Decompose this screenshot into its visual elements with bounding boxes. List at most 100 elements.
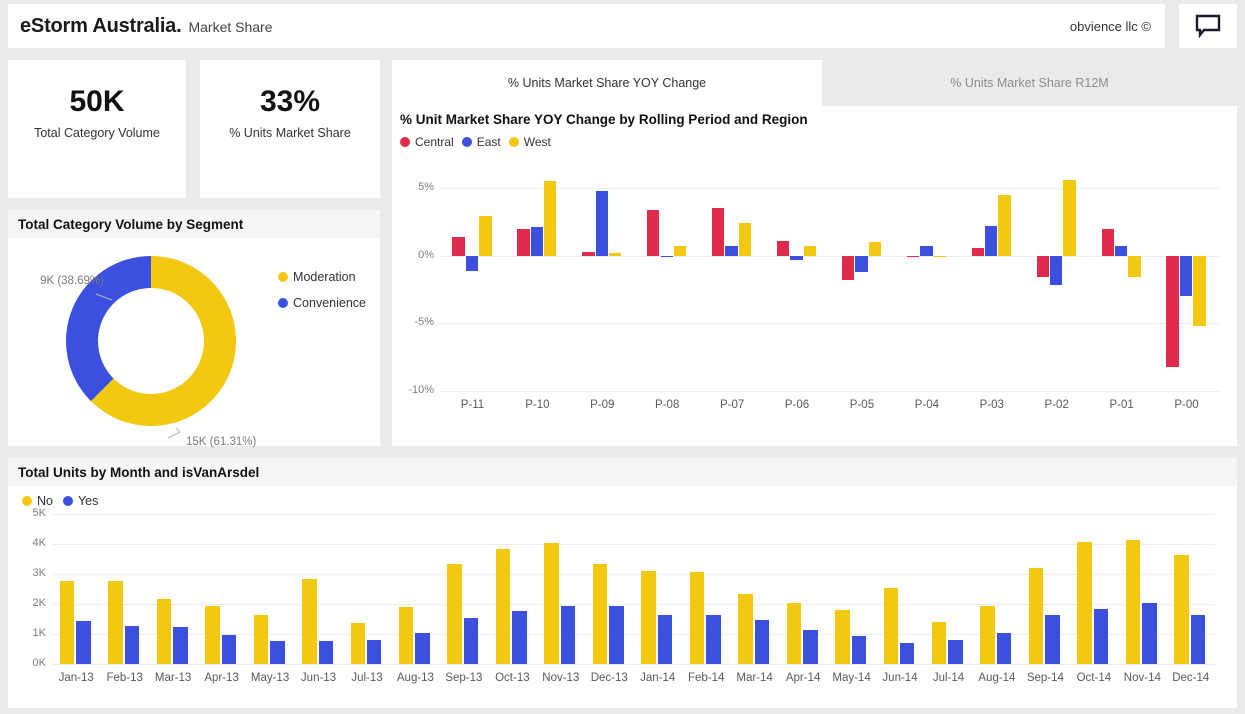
bar-yes-dec-13[interactable] [609, 605, 624, 664]
legend-item-west[interactable]: West [508, 135, 551, 149]
bar-central-p-09[interactable] [582, 252, 595, 256]
bar-central-p-04[interactable] [906, 255, 920, 258]
bar-west-p-07[interactable] [738, 223, 752, 256]
bar-west-p-09[interactable] [608, 253, 622, 256]
bar-west-p-02[interactable] [1063, 179, 1076, 256]
bar-no-feb-14[interactable] [689, 571, 705, 664]
bar-no-sep-14[interactable] [1028, 568, 1044, 664]
bar-west-p-05[interactable] [868, 242, 882, 256]
comment-button[interactable] [1179, 4, 1237, 48]
bar-no-jul-14[interactable] [932, 622, 947, 664]
bar-east-p-04[interactable] [920, 245, 933, 256]
bar-yes-jan-14[interactable] [657, 614, 673, 664]
bar-no-jan-13[interactable] [59, 580, 75, 664]
bar-central-p-05[interactable] [841, 255, 855, 281]
bar-central-p-06[interactable] [776, 240, 790, 256]
bar-west-p-04[interactable] [933, 255, 946, 258]
legend-item-yes[interactable]: Yes [62, 494, 98, 508]
bar-east-p-08[interactable] [660, 255, 673, 258]
bar-no-oct-13[interactable] [495, 548, 511, 664]
bar-yes-jul-14[interactable] [948, 640, 963, 664]
bar-east-p-03[interactable] [985, 225, 998, 256]
bar-yes-nov-14[interactable] [1142, 603, 1157, 664]
bar-yes-nov-13[interactable] [560, 605, 576, 664]
bar-east-p-11[interactable] [465, 255, 479, 271]
kpi-card-total-category-volume[interactable]: 50K Total Category Volume [8, 60, 186, 198]
bar-west-p-08[interactable] [673, 246, 687, 256]
bar-yes-aug-14[interactable] [996, 632, 1012, 664]
bar-yes-feb-13[interactable] [124, 625, 140, 664]
bar-central-p-10[interactable] [517, 228, 530, 256]
bar-yes-oct-13[interactable] [512, 610, 527, 664]
bar-yes-sep-13[interactable] [463, 617, 479, 664]
legend-item-central[interactable]: Central [400, 135, 454, 149]
bar-east-p-02[interactable] [1050, 255, 1063, 286]
bar-no-mar-14[interactable] [738, 594, 753, 664]
bar-yes-sep-14[interactable] [1045, 614, 1060, 664]
bar-no-nov-14[interactable] [1125, 540, 1141, 664]
bar-no-apr-14[interactable] [786, 602, 802, 664]
bar-east-p-06[interactable] [790, 255, 803, 261]
bar-no-mar-13[interactable] [156, 598, 172, 664]
bar-no-dec-14[interactable] [1174, 555, 1189, 664]
bar-central-p-03[interactable] [971, 247, 985, 256]
bar-central-p-08[interactable] [647, 209, 660, 256]
bar-no-may-14[interactable] [835, 610, 850, 664]
tab-yoy-change[interactable]: % Units Market Share YOY Change [392, 60, 822, 106]
bar-yes-oct-14[interactable] [1093, 608, 1109, 664]
bar-west-p-03[interactable] [998, 194, 1011, 256]
bar-no-feb-13[interactable] [108, 580, 123, 664]
bar-yes-mar-14[interactable] [754, 619, 770, 664]
bar-yes-jun-13[interactable] [318, 640, 333, 664]
legend-item-moderation[interactable]: Moderation [278, 270, 366, 284]
bar-central-p-01[interactable] [1101, 228, 1114, 256]
bar-yes-apr-14[interactable] [803, 630, 818, 664]
bar-no-sep-13[interactable] [447, 564, 462, 664]
bar-no-nov-13[interactable] [544, 542, 559, 664]
bar-no-apr-13[interactable] [205, 606, 220, 664]
bar-west-p-06[interactable] [803, 246, 817, 256]
tab-r12m[interactable]: % Units Market Share R12M [822, 60, 1237, 106]
x-axis-tick: P-07 [719, 399, 745, 411]
legend-item-convenience[interactable]: Convenience [278, 296, 366, 310]
bar-yes-aug-13[interactable] [415, 633, 430, 664]
legend-item-no[interactable]: No [22, 494, 53, 508]
bar-no-jun-14[interactable] [883, 587, 898, 664]
bar-central-p-11[interactable] [452, 236, 465, 256]
bar-no-oct-14[interactable] [1077, 541, 1092, 664]
bar-no-jan-14[interactable] [641, 571, 656, 664]
x-axis-tick: Oct-13 [495, 672, 530, 684]
bar-east-p-01[interactable] [1114, 245, 1128, 256]
bar-west-p-10[interactable] [544, 181, 557, 256]
bar-yes-feb-14[interactable] [706, 614, 721, 664]
bar-no-jun-13[interactable] [302, 578, 317, 664]
monthly-chart-plot[interactable]: 5K 4K 3K 2K 1K 0K Jan-13 Feb-13 Mar-13 Apr-13 May-… [8, 507, 1237, 698]
bar-central-p-02[interactable] [1036, 255, 1049, 278]
bar-no-aug-13[interactable] [398, 607, 414, 664]
bar-no-dec-13[interactable] [592, 564, 608, 664]
bar-yes-may-13[interactable] [270, 640, 285, 664]
bar-central-p-07[interactable] [712, 208, 725, 256]
bar-yes-apr-13[interactable] [221, 634, 237, 664]
bar-west-p-00[interactable] [1193, 255, 1206, 327]
bar-east-p-10[interactable] [530, 227, 544, 256]
legend-item-east[interactable]: East [461, 135, 501, 149]
bar-no-may-13[interactable] [253, 614, 269, 664]
bar-yes-dec-14[interactable] [1190, 614, 1206, 664]
bar-no-aug-14[interactable] [980, 606, 995, 664]
bar-east-p-09[interactable] [595, 191, 608, 256]
bar-west-p-11[interactable] [479, 216, 492, 256]
bar-yes-jul-13[interactable] [366, 640, 382, 664]
bar-central-p-00[interactable] [1166, 255, 1179, 367]
bar-no-jul-13[interactable] [350, 622, 365, 664]
yoy-chart-plot[interactable]: 5% 0% -5% -10% P-11 P-10 P-09 P-08 P-07 P-06 P-05 P… [392, 149, 1237, 439]
bar-east-p-07[interactable] [725, 246, 738, 256]
bar-east-p-00[interactable] [1179, 255, 1193, 297]
bar-yes-may-14[interactable] [851, 636, 867, 664]
bar-yes-jan-13[interactable] [76, 621, 91, 664]
kpi-card-units-market-share[interactable]: 33% % Units Market Share [200, 60, 380, 198]
bar-east-p-05[interactable] [855, 255, 868, 272]
bar-yes-mar-13[interactable] [173, 627, 188, 664]
bar-yes-jun-14[interactable] [900, 643, 915, 664]
bar-west-p-01[interactable] [1128, 255, 1141, 278]
